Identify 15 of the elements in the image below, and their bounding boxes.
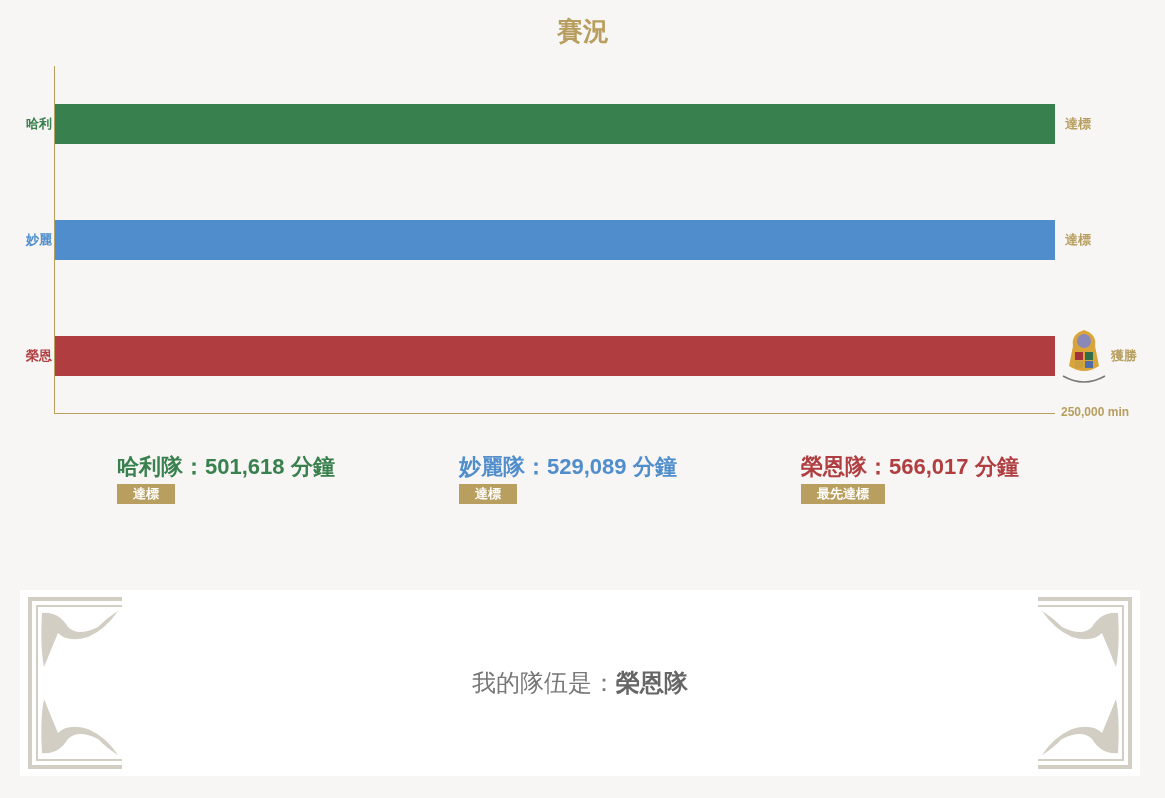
chart-title: 賽況 xyxy=(555,15,610,48)
status-badge: 達標 xyxy=(459,484,517,504)
team-total: 妙麗隊：529,089 分鐘 xyxy=(459,453,677,481)
status-label: 達標 xyxy=(1064,231,1091,249)
status-badge: 最先達標 xyxy=(801,484,885,504)
team-label: 哈利 xyxy=(26,115,52,133)
team-label: 妙麗 xyxy=(26,231,52,249)
team-label: 榮恩 xyxy=(26,347,52,365)
status-badge: 達標 xyxy=(117,484,175,504)
my-team-text: 我的隊伍是：榮恩隊 xyxy=(472,668,688,698)
status-label: 達標 xyxy=(1064,115,1091,133)
status-label: 獲勝 xyxy=(1111,347,1137,365)
axis-label: 250,000 min xyxy=(1060,405,1131,419)
team-total: 榮恩隊：566,017 分鐘 xyxy=(801,453,1019,481)
team-total: 哈利隊：501,618 分鐘 xyxy=(117,453,335,481)
